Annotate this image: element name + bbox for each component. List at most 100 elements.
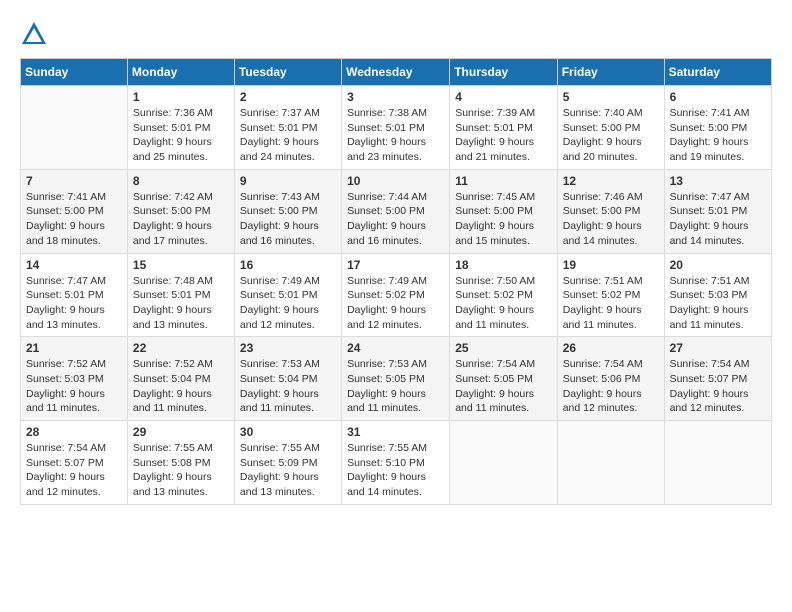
day-number: 21 bbox=[26, 341, 122, 355]
calendar-day-cell: 4 Sunrise: 7:39 AMSunset: 5:01 PMDaylight… bbox=[450, 86, 557, 170]
day-number: 4 bbox=[455, 90, 551, 104]
day-info: Sunrise: 7:47 AMSunset: 5:01 PMDaylight:… bbox=[670, 190, 766, 249]
calendar-day-cell bbox=[450, 421, 557, 505]
day-number: 12 bbox=[563, 174, 659, 188]
day-of-week-header: Monday bbox=[127, 59, 234, 86]
day-number: 7 bbox=[26, 174, 122, 188]
logo bbox=[20, 20, 52, 48]
calendar-day-cell: 11 Sunrise: 7:45 AMSunset: 5:00 PMDayligh… bbox=[450, 169, 557, 253]
calendar-day-cell: 5 Sunrise: 7:40 AMSunset: 5:00 PMDaylight… bbox=[557, 86, 664, 170]
calendar-day-cell: 16 Sunrise: 7:49 AMSunset: 5:01 PMDayligh… bbox=[234, 253, 341, 337]
day-number: 30 bbox=[240, 425, 336, 439]
day-info: Sunrise: 7:49 AMSunset: 5:01 PMDaylight:… bbox=[240, 274, 336, 333]
day-number: 10 bbox=[347, 174, 444, 188]
day-info: Sunrise: 7:55 AMSunset: 5:09 PMDaylight:… bbox=[240, 441, 336, 500]
day-info: Sunrise: 7:45 AMSunset: 5:00 PMDaylight:… bbox=[455, 190, 551, 249]
calendar-day-cell: 19 Sunrise: 7:51 AMSunset: 5:02 PMDayligh… bbox=[557, 253, 664, 337]
day-info: Sunrise: 7:55 AMSunset: 5:10 PMDaylight:… bbox=[347, 441, 444, 500]
day-of-week-header: Thursday bbox=[450, 59, 557, 86]
day-info: Sunrise: 7:49 AMSunset: 5:02 PMDaylight:… bbox=[347, 274, 444, 333]
day-number: 8 bbox=[133, 174, 229, 188]
day-number: 16 bbox=[240, 258, 336, 272]
day-number: 6 bbox=[670, 90, 766, 104]
day-info: Sunrise: 7:41 AMSunset: 5:00 PMDaylight:… bbox=[670, 106, 766, 165]
calendar-day-cell bbox=[664, 421, 771, 505]
day-info: Sunrise: 7:48 AMSunset: 5:01 PMDaylight:… bbox=[133, 274, 229, 333]
day-info: Sunrise: 7:43 AMSunset: 5:00 PMDaylight:… bbox=[240, 190, 336, 249]
calendar-week-row: 14 Sunrise: 7:47 AMSunset: 5:01 PMDayligh… bbox=[21, 253, 772, 337]
day-info: Sunrise: 7:52 AMSunset: 5:04 PMDaylight:… bbox=[133, 357, 229, 416]
calendar-day-cell: 27 Sunrise: 7:54 AMSunset: 5:07 PMDayligh… bbox=[664, 337, 771, 421]
day-number: 17 bbox=[347, 258, 444, 272]
calendar-day-cell: 7 Sunrise: 7:41 AMSunset: 5:00 PMDaylight… bbox=[21, 169, 128, 253]
calendar-day-cell bbox=[557, 421, 664, 505]
day-number: 18 bbox=[455, 258, 551, 272]
day-info: Sunrise: 7:52 AMSunset: 5:03 PMDaylight:… bbox=[26, 357, 122, 416]
day-info: Sunrise: 7:54 AMSunset: 5:06 PMDaylight:… bbox=[563, 357, 659, 416]
calendar-day-cell: 22 Sunrise: 7:52 AMSunset: 5:04 PMDayligh… bbox=[127, 337, 234, 421]
calendar-day-cell: 13 Sunrise: 7:47 AMSunset: 5:01 PMDayligh… bbox=[664, 169, 771, 253]
day-info: Sunrise: 7:38 AMSunset: 5:01 PMDaylight:… bbox=[347, 106, 444, 165]
calendar-day-cell: 1Sunrise: 7:36 AMSunset: 5:01 PMDaylight… bbox=[127, 86, 234, 170]
calendar-day-cell: 20 Sunrise: 7:51 AMSunset: 5:03 PMDayligh… bbox=[664, 253, 771, 337]
calendar-day-cell: 23 Sunrise: 7:53 AMSunset: 5:04 PMDayligh… bbox=[234, 337, 341, 421]
calendar-day-cell: 21 Sunrise: 7:52 AMSunset: 5:03 PMDayligh… bbox=[21, 337, 128, 421]
calendar-week-row: 28 Sunrise: 7:54 AMSunset: 5:07 PMDayligh… bbox=[21, 421, 772, 505]
day-number: 20 bbox=[670, 258, 766, 272]
calendar-day-cell: 3Sunrise: 7:38 AMSunset: 5:01 PMDaylight… bbox=[342, 86, 450, 170]
calendar-day-cell bbox=[21, 86, 128, 170]
day-info: Sunrise: 7:40 AMSunset: 5:00 PMDaylight:… bbox=[563, 106, 659, 165]
calendar-week-row: 7 Sunrise: 7:41 AMSunset: 5:00 PMDaylight… bbox=[21, 169, 772, 253]
calendar-day-cell: 25 Sunrise: 7:54 AMSunset: 5:05 PMDayligh… bbox=[450, 337, 557, 421]
day-of-week-header: Sunday bbox=[21, 59, 128, 86]
calendar-day-cell: 30 Sunrise: 7:55 AMSunset: 5:09 PMDayligh… bbox=[234, 421, 341, 505]
calendar-day-cell: 31 Sunrise: 7:55 AMSunset: 5:10 PMDayligh… bbox=[342, 421, 450, 505]
day-number: 25 bbox=[455, 341, 551, 355]
calendar-day-cell: 18 Sunrise: 7:50 AMSunset: 5:02 PMDayligh… bbox=[450, 253, 557, 337]
calendar-day-cell: 29Sunrise: 7:55 AMSunset: 5:08 PMDayligh… bbox=[127, 421, 234, 505]
day-number: 22 bbox=[133, 341, 229, 355]
day-info: Sunrise: 7:54 AMSunset: 5:05 PMDaylight:… bbox=[455, 357, 551, 416]
day-number: 27 bbox=[670, 341, 766, 355]
calendar-week-row: 1Sunrise: 7:36 AMSunset: 5:01 PMDaylight… bbox=[21, 86, 772, 170]
calendar-day-cell: 12 Sunrise: 7:46 AMSunset: 5:00 PMDayligh… bbox=[557, 169, 664, 253]
day-info: Sunrise: 7:37 AMSunset: 5:01 PMDaylight:… bbox=[240, 106, 336, 165]
day-info: Sunrise: 7:36 AMSunset: 5:01 PMDaylight:… bbox=[133, 106, 229, 165]
day-number: 11 bbox=[455, 174, 551, 188]
day-number: 5 bbox=[563, 90, 659, 104]
day-info: Sunrise: 7:41 AMSunset: 5:00 PMDaylight:… bbox=[26, 190, 122, 249]
day-of-week-header: Wednesday bbox=[342, 59, 450, 86]
day-number: 23 bbox=[240, 341, 336, 355]
day-number: 31 bbox=[347, 425, 444, 439]
calendar-day-cell: 24Sunrise: 7:53 AMSunset: 5:05 PMDayligh… bbox=[342, 337, 450, 421]
logo-icon bbox=[20, 20, 48, 48]
calendar-table: SundayMondayTuesdayWednesdayThursdayFrid… bbox=[20, 58, 772, 505]
calendar-day-cell: 14 Sunrise: 7:47 AMSunset: 5:01 PMDayligh… bbox=[21, 253, 128, 337]
day-number: 28 bbox=[26, 425, 122, 439]
day-info: Sunrise: 7:54 AMSunset: 5:07 PMDaylight:… bbox=[26, 441, 122, 500]
day-number: 13 bbox=[670, 174, 766, 188]
day-info: Sunrise: 7:51 AMSunset: 5:02 PMDaylight:… bbox=[563, 274, 659, 333]
day-number: 19 bbox=[563, 258, 659, 272]
day-of-week-header: Saturday bbox=[664, 59, 771, 86]
calendar-day-cell: 6 Sunrise: 7:41 AMSunset: 5:00 PMDaylight… bbox=[664, 86, 771, 170]
calendar-day-cell: 10Sunrise: 7:44 AMSunset: 5:00 PMDayligh… bbox=[342, 169, 450, 253]
day-number: 14 bbox=[26, 258, 122, 272]
day-info: Sunrise: 7:50 AMSunset: 5:02 PMDaylight:… bbox=[455, 274, 551, 333]
day-number: 24 bbox=[347, 341, 444, 355]
day-of-week-header: Tuesday bbox=[234, 59, 341, 86]
day-info: Sunrise: 7:47 AMSunset: 5:01 PMDaylight:… bbox=[26, 274, 122, 333]
day-info: Sunrise: 7:54 AMSunset: 5:07 PMDaylight:… bbox=[670, 357, 766, 416]
calendar-day-cell: 17 Sunrise: 7:49 AMSunset: 5:02 PMDayligh… bbox=[342, 253, 450, 337]
day-number: 29 bbox=[133, 425, 229, 439]
calendar-day-cell: 9 Sunrise: 7:43 AMSunset: 5:00 PMDaylight… bbox=[234, 169, 341, 253]
calendar-day-cell: 28 Sunrise: 7:54 AMSunset: 5:07 PMDayligh… bbox=[21, 421, 128, 505]
calendar-day-cell: 8 Sunrise: 7:42 AMSunset: 5:00 PMDaylight… bbox=[127, 169, 234, 253]
day-info: Sunrise: 7:53 AMSunset: 5:04 PMDaylight:… bbox=[240, 357, 336, 416]
day-info: Sunrise: 7:51 AMSunset: 5:03 PMDaylight:… bbox=[670, 274, 766, 333]
day-number: 26 bbox=[563, 341, 659, 355]
day-number: 9 bbox=[240, 174, 336, 188]
day-info: Sunrise: 7:39 AMSunset: 5:01 PMDaylight:… bbox=[455, 106, 551, 165]
day-info: Sunrise: 7:42 AMSunset: 5:00 PMDaylight:… bbox=[133, 190, 229, 249]
day-info: Sunrise: 7:46 AMSunset: 5:00 PMDaylight:… bbox=[563, 190, 659, 249]
